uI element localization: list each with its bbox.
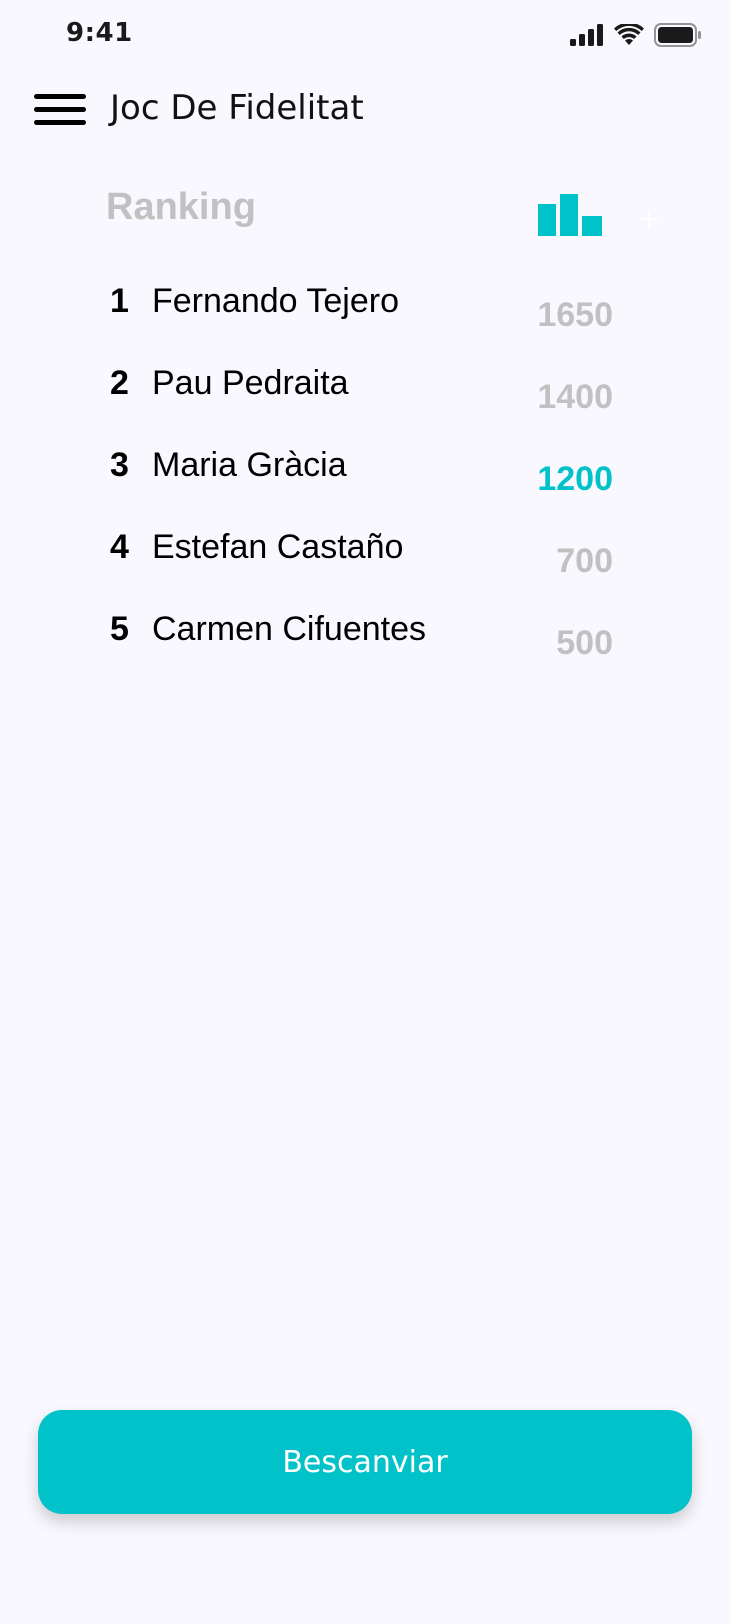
bar-chart-icon[interactable]	[538, 194, 602, 236]
player-score: 1650	[537, 296, 613, 334]
redeem-button-label: Bescanviar	[282, 1444, 448, 1480]
player-score: 1200	[537, 460, 613, 498]
redeem-button[interactable]: Bescanviar	[38, 1410, 692, 1514]
rank-position: 3	[110, 446, 129, 484]
rank-position: 5	[110, 610, 129, 648]
battery-icon	[654, 23, 701, 47]
ranking-title: Ranking	[106, 186, 256, 228]
ranking-row[interactable]: 5 Carmen Cifuentes 500	[0, 598, 730, 662]
player-name: Carmen Cifuentes	[152, 610, 426, 648]
signal-icon	[570, 24, 603, 46]
ranking-row-current-user[interactable]: 3 Maria Gràcia 1200	[0, 434, 730, 498]
wifi-icon	[614, 24, 644, 45]
player-score: 700	[556, 542, 613, 580]
status-icons	[570, 20, 702, 50]
status-bar: 9:41	[0, 0, 730, 70]
player-name: Fernando Tejero	[152, 282, 399, 320]
rank-position: 4	[110, 528, 129, 566]
player-name: Maria Gràcia	[152, 446, 347, 484]
plus-icon[interactable]	[638, 208, 660, 230]
player-name: Pau Pedraita	[152, 364, 349, 402]
ranking-row[interactable]: 4 Estefan Castaño 700	[0, 516, 730, 580]
player-name: Estefan Castaño	[152, 528, 404, 566]
app-header: Joc De Fidelitat	[0, 80, 730, 144]
player-score: 1400	[537, 378, 613, 416]
rank-position: 2	[110, 364, 129, 402]
ranking-row[interactable]: 1 Fernando Tejero 1650	[0, 270, 730, 334]
ranking-row[interactable]: 2 Pau Pedraita 1400	[0, 352, 730, 416]
player-score: 500	[556, 624, 613, 662]
hamburger-menu-icon[interactable]	[34, 88, 86, 130]
rank-position: 1	[110, 282, 129, 320]
page-title: Joc De Fidelitat	[110, 88, 364, 128]
status-time: 9:41	[66, 18, 133, 48]
